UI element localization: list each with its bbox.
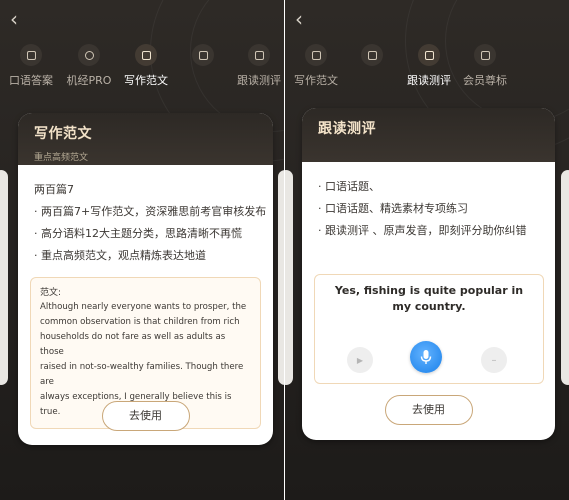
example-line: raised in not-so-wealthy families. Thoug… — [40, 362, 244, 387]
example-line: Although nearly everyone wants to prospe… — [40, 302, 247, 312]
adjacent-card-left — [285, 170, 293, 385]
feature-line: · 高分语料12大主题分类，思路清晰不再慌 — [34, 227, 242, 240]
tv-icon — [192, 44, 214, 66]
use-button[interactable]: 去使用 — [101, 401, 190, 431]
right-screen: ‹ 写作范文 跟读测评 会员尊标 跟读测评 · 口语话题、 · 口语话题、精选素… — [285, 0, 569, 500]
example-label: 范文: — [40, 288, 62, 298]
document-icon — [305, 44, 327, 66]
feature-line: 两百篇7 — [34, 183, 74, 196]
record-button[interactable] — [410, 341, 442, 373]
robot-icon — [418, 44, 440, 66]
feature-line: · 跟读测评 、原声发音，即刻评分助你纠错 — [318, 224, 527, 237]
writing-samples-card: 写作范文 重点高频范文 两百篇7 · 两百篇7+写作范文，资深雅思前考官审核发布… — [18, 113, 273, 445]
feature-list: · 口语话题、 · 口语话题、精选素材专项练习 · 跟读测评 、原声发音，即刻评… — [302, 162, 555, 242]
card-header: 写作范文 重点高频范文 — [18, 113, 273, 165]
feature-list: 两百篇7 · 两百篇7+写作范文，资深雅思前考官审核发布 · 高分语料12大主题… — [18, 165, 273, 267]
tab-read-along[interactable]: 跟读测评 — [221, 44, 284, 88]
back-icon[interactable]: ‹ — [295, 9, 303, 29]
tab-label: 写作范文 — [294, 74, 338, 87]
back-icon[interactable]: ‹ — [10, 9, 18, 29]
tab-label: 写作范文 — [124, 74, 168, 87]
feature-line: · 口语话题、精选素材专项练习 — [318, 202, 468, 215]
book-icon — [20, 44, 42, 66]
card-title: 写作范文 — [34, 126, 92, 142]
play-button[interactable]: ▶ — [347, 347, 373, 373]
tab-membership[interactable]: 会员尊标 — [447, 44, 523, 88]
use-button[interactable]: 去使用 — [384, 395, 473, 425]
tv-icon — [361, 44, 383, 66]
target-icon — [78, 44, 100, 66]
feature-line: · 重点高频范文，观点精炼表达地道 — [34, 249, 206, 262]
feature-line: · 两百篇7+写作范文，资深雅思前考官审核发布 — [34, 205, 267, 218]
tab-label: 跟读测评 — [237, 74, 281, 87]
document-icon — [135, 44, 157, 66]
practice-box: Yes, fishing is quite popular in my coun… — [314, 274, 544, 384]
play-icon: ▶ — [356, 355, 364, 365]
adjacent-card-right — [561, 170, 569, 385]
example-line: households do not fare as well as adults… — [40, 332, 226, 357]
left-screen: ‹ 口语答案 机经PRO 写作范文 跟读测评 写作范文 重点高频范文 两百篇7 … — [0, 0, 284, 500]
card-title: 跟读测评 — [318, 121, 376, 137]
read-along-card: 跟读测评 · 口语话题、 · 口语话题、精选素材专项练习 · 跟读测评 、原声发… — [302, 108, 555, 440]
feature-line: · 口语话题、 — [318, 180, 380, 193]
practice-sentence: Yes, fishing is quite popular in my coun… — [334, 284, 524, 313]
adjacent-card-left — [0, 170, 8, 385]
example-line: common observation is that children from… — [40, 317, 240, 327]
microphone-icon — [420, 350, 432, 364]
tab-label: 会员尊标 — [463, 74, 507, 87]
minus-icon: – — [491, 354, 497, 366]
member-icon — [474, 44, 496, 66]
playback-button[interactable]: – — [481, 347, 507, 373]
card-header: 跟读测评 — [302, 108, 555, 162]
card-subtitle: 重点高频范文 — [34, 153, 89, 163]
robot-icon — [248, 44, 270, 66]
